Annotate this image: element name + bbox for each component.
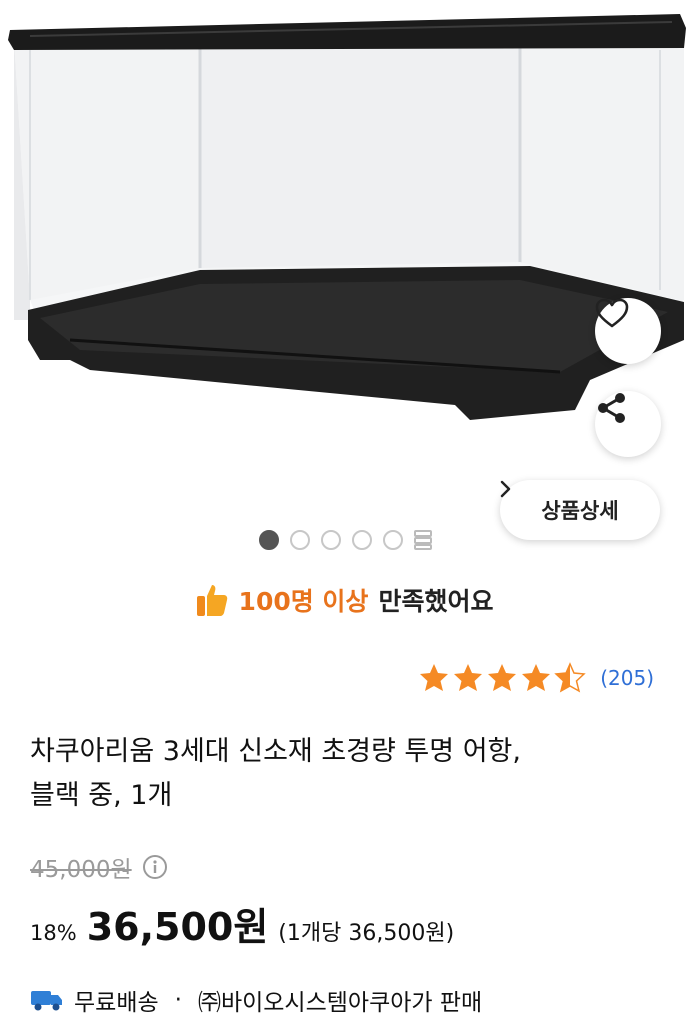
discount-rate: 18% bbox=[30, 921, 77, 945]
separator: · bbox=[174, 987, 182, 1013]
carousel-dot[interactable] bbox=[383, 530, 403, 550]
unit-price: (1개당 36,500원) bbox=[278, 921, 455, 946]
product-detail-button[interactable]: 상품상세 bbox=[500, 480, 660, 540]
truck-icon bbox=[31, 991, 62, 1011]
carousel-dot[interactable] bbox=[352, 530, 372, 550]
original-price-row: 45,000원 bbox=[30, 850, 168, 884]
carousel-dot[interactable] bbox=[259, 530, 279, 550]
sale-price: 36,500원 bbox=[86, 905, 269, 949]
thumbs-up-icon bbox=[196, 585, 227, 616]
star-icon bbox=[420, 664, 449, 691]
satisfaction-banner: 100명 이상 만족했어요 bbox=[0, 575, 688, 625]
wishlist-button[interactable] bbox=[595, 298, 661, 364]
carousel-dot[interactable] bbox=[321, 530, 341, 550]
product-detail-label: 상품상세 bbox=[541, 499, 619, 523]
share-button[interactable] bbox=[595, 391, 661, 457]
chevron-right-icon bbox=[500, 480, 511, 498]
star-rating bbox=[420, 663, 585, 692]
satisfaction-text: 만족했어요 bbox=[378, 587, 494, 616]
seller-name[interactable]: ㈜바이오시스템아쿠아가 판매 bbox=[198, 983, 482, 1017]
image-carousel-indicator[interactable] bbox=[259, 530, 432, 550]
aquarium-illustration bbox=[8, 14, 686, 420]
satisfaction-highlight: 100명 이상 bbox=[238, 587, 369, 616]
rating-summary[interactable]: (205) bbox=[418, 662, 654, 694]
star-icon bbox=[522, 664, 551, 691]
free-shipping-label: 무료배송 bbox=[74, 990, 159, 1016]
info-icon[interactable] bbox=[142, 854, 168, 880]
original-price: 45,000원 bbox=[30, 857, 132, 883]
carousel-dot[interactable] bbox=[290, 530, 310, 550]
share-icon bbox=[598, 393, 625, 423]
half-star-icon bbox=[555, 663, 585, 692]
shipping-info: 무료배송 · ㈜바이오시스템아쿠아가 판매 bbox=[30, 983, 482, 1017]
product-title: 차쿠아리움 3세대 신소재 초경량 투명 어항, 블랙 중, 1개 bbox=[30, 730, 660, 818]
product-title-line: 차쿠아리움 3세대 신소재 초경량 투명 어항, bbox=[30, 736, 521, 767]
sale-price-row: 18% 36,500원 (1개당 36,500원) bbox=[30, 896, 454, 951]
product-image[interactable]: 상품상세 bbox=[0, 0, 688, 540]
star-icon bbox=[488, 664, 517, 691]
review-count[interactable]: (205) bbox=[600, 666, 654, 690]
heart-icon bbox=[595, 298, 629, 328]
product-title-line: 블랙 중, 1개 bbox=[30, 780, 173, 811]
star-icon bbox=[454, 664, 483, 691]
grid-icon[interactable] bbox=[414, 530, 432, 550]
